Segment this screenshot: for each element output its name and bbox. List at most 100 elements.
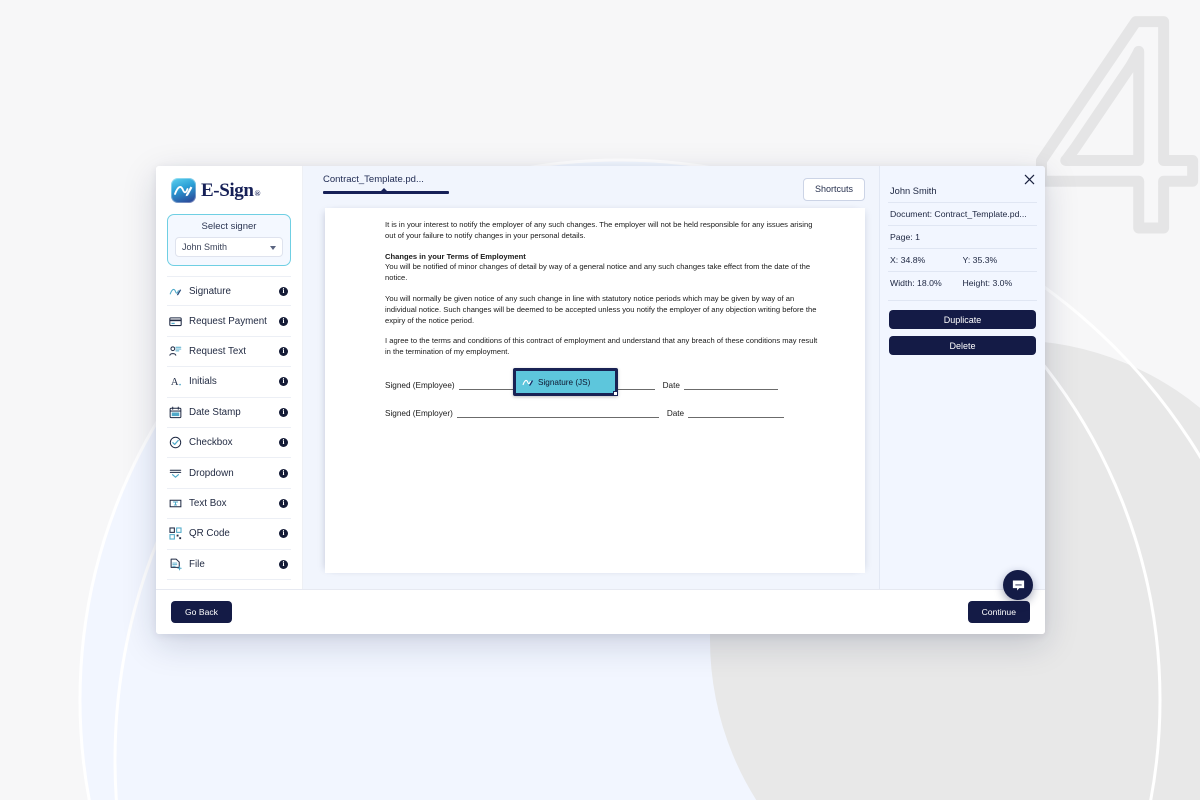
calendar-icon: [169, 406, 182, 418]
tool-item-checkbox[interactable]: Checkbox i: [167, 428, 291, 459]
document-tab-arrow-icon: [379, 188, 389, 193]
panel-page-value: Page: 1: [890, 232, 920, 242]
date-label: Date: [666, 409, 685, 418]
dropdown-icon: [169, 469, 182, 478]
signature-rule: [456, 408, 659, 418]
file-icon: [170, 558, 182, 571]
tool-item-label: Dropdown: [189, 467, 234, 479]
panel-page-row: Page: 1: [888, 225, 1037, 248]
signature-pen-icon: [171, 178, 196, 203]
tool-item-request-payment[interactable]: Request Payment i: [167, 306, 291, 337]
continue-button[interactable]: Continue: [967, 600, 1030, 624]
brand-logo[interactable]: E-Sign ®: [165, 166, 293, 213]
letter-a-icon: A: [169, 375, 182, 388]
select-signer-panel: Select signer John Smith: [167, 214, 291, 266]
duplicate-button[interactable]: Duplicate: [889, 310, 1036, 329]
tool-item-signature[interactable]: Signature i: [167, 276, 291, 307]
info-icon[interactable]: i: [279, 498, 288, 508]
info-icon[interactable]: i: [279, 407, 288, 417]
text-box-icon: [169, 497, 182, 510]
dropdown-icon: [169, 467, 182, 480]
person-text-icon: [169, 345, 182, 358]
document-workspace: Contract_Template.pd... Shortcuts It is …: [303, 166, 879, 589]
brand-name-mark: ®: [254, 189, 261, 198]
info-icon[interactable]: i: [279, 438, 288, 448]
date-rule: [683, 380, 778, 390]
svg-text:A: A: [171, 378, 179, 389]
signature-icon: [522, 379, 534, 386]
close-icon[interactable]: [1023, 173, 1036, 186]
document-paragraph: You will normally be given notice of any…: [385, 293, 817, 325]
tool-item-label: Text Box: [189, 497, 227, 509]
info-icon[interactable]: i: [279, 346, 288, 356]
tool-item-file[interactable]: File i: [167, 550, 291, 580]
signer-select[interactable]: John Smith: [175, 237, 283, 257]
tool-item-label: Request Text: [189, 345, 247, 357]
brand-name-text: E-Sign: [201, 180, 254, 201]
resize-handle[interactable]: [613, 391, 618, 396]
tool-item-label: Signature: [189, 285, 231, 297]
delete-button[interactable]: Delete: [889, 336, 1036, 355]
left-sidebar: E-Sign ® Select signer John Smith Signatu…: [156, 166, 303, 589]
info-icon[interactable]: i: [279, 559, 288, 569]
tool-item-label: Initials: [189, 376, 217, 388]
placed-signature-field-label: Signature (JS): [538, 377, 591, 387]
chevron-down-icon: [270, 245, 276, 250]
tool-item-qr-code[interactable]: QR Code i: [167, 519, 291, 550]
watermark-number-4: 4: [1029, 0, 1200, 298]
info-icon[interactable]: i: [279, 468, 288, 478]
panel-position-row: X: 34.8% Y: 35.3%: [888, 248, 1037, 271]
placed-signature-field[interactable]: Signature (JS): [513, 368, 618, 396]
credit-card-icon: [169, 316, 182, 326]
check-circle-icon: [169, 436, 182, 449]
letter-a-icon: A: [171, 378, 181, 389]
panel-actions: Duplicate Delete: [888, 300, 1037, 362]
tool-item-date-stamp[interactable]: Date Stamp i: [167, 398, 291, 428]
tool-item-dropdown[interactable]: Dropdown i: [167, 458, 291, 489]
document-page: It is in your interest to notify the emp…: [325, 208, 865, 573]
document-tab[interactable]: Contract_Template.pd...: [317, 174, 455, 194]
calendar-icon: [169, 406, 182, 419]
field-properties-panel: John Smith Document: Contract_Template.p…: [879, 166, 1045, 589]
tool-list: Signature i Request Payment i Request Text…: [165, 276, 293, 589]
signature-icon: [169, 288, 182, 296]
info-icon[interactable]: i: [279, 286, 288, 296]
workspace-toolbar: Contract_Template.pd... Shortcuts: [303, 166, 879, 208]
tool-item-label: Request Payment: [189, 315, 267, 327]
screenshot-root: 4 E-Sign ® Select signer John Smith Sign…: [0, 0, 1200, 800]
panel-signer-name: John Smith: [890, 186, 937, 196]
date-rule: [688, 408, 785, 418]
tool-item-initials[interactable]: A Initials i: [167, 367, 291, 398]
document-heading-text: Changes in your Terms of Employment: [385, 251, 526, 261]
panel-height-value: Height: 3.0%: [962, 278, 1013, 288]
document-viewer[interactable]: It is in your interest to notify the emp…: [303, 208, 879, 589]
select-signer-label: Select signer: [201, 221, 257, 232]
tool-item-request-text[interactable]: Request Text i: [167, 337, 291, 368]
signer-select-value: John Smith: [182, 242, 228, 252]
panel-document-row: Document: Contract_Template.pd...: [888, 202, 1037, 225]
tool-item-label: File: [189, 558, 205, 570]
panel-width-value: Width: 18.0%: [890, 278, 942, 288]
window-body: E-Sign ® Select signer John Smith Signatu…: [156, 166, 1045, 589]
chat-support-button[interactable]: [1003, 570, 1033, 600]
person-text-icon: [169, 346, 182, 356]
info-icon[interactable]: i: [279, 377, 288, 387]
document-heading: Changes in your Terms of Employment: [385, 252, 825, 263]
signature-row-label: Signed (Employee): [385, 381, 455, 390]
info-icon[interactable]: i: [279, 529, 288, 539]
app-window: E-Sign ® Select signer John Smith Signatu…: [156, 166, 1045, 634]
chat-bubble-icon: [1012, 579, 1024, 590]
check-circle-icon: [169, 436, 182, 449]
signature-row-employee: Signed (Employee) Date Signature (JS): [385, 368, 825, 396]
panel-size-row: Width: 18.0% Height: 3.0%: [888, 271, 1037, 294]
signature-row-employer: Signed (Employer) Date: [385, 404, 825, 418]
file-icon: [169, 558, 182, 571]
info-icon[interactable]: i: [279, 316, 288, 326]
qr-code-icon: [169, 527, 182, 540]
signature-row-label: Signed (Employer): [385, 409, 453, 418]
go-back-button[interactable]: Go Back: [171, 600, 232, 624]
document-paragraph: I agree to the terms and conditions of t…: [385, 336, 818, 357]
window-footer: Go Back Continue: [156, 589, 1045, 634]
tool-item-text-box[interactable]: Text Box i: [167, 489, 291, 520]
shortcuts-button[interactable]: Shortcuts: [802, 178, 865, 201]
